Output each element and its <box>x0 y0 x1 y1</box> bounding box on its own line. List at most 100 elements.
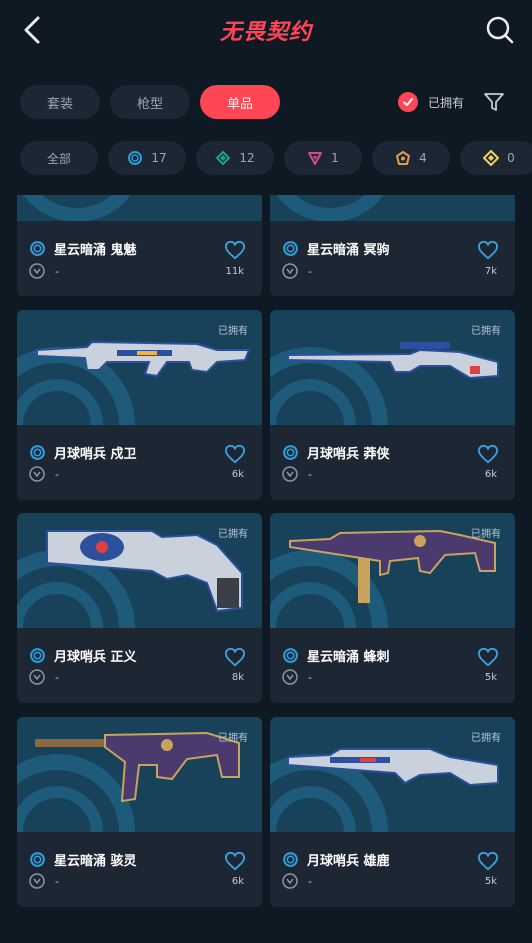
heart-icon[interactable] <box>224 444 246 464</box>
select-tier-icon <box>283 240 298 256</box>
tier-chip-exclusive[interactable]: 4 <box>372 141 450 175</box>
skin-card[interactable]: 已拥有 星云暗涌 蜂刺 - 5k <box>270 513 515 703</box>
skin-name: 星云暗涌 冥驹 <box>307 242 390 258</box>
skin-name-row: 星云暗涌 鬼魅 <box>29 238 137 258</box>
variant-value: - <box>308 670 312 684</box>
skin-name-row: 月球哨兵 莽侠 <box>282 442 390 462</box>
variant-value: - <box>55 874 59 888</box>
funnel-icon <box>484 93 504 111</box>
heart-icon[interactable] <box>477 444 499 464</box>
like-count: 7k <box>484 266 497 277</box>
like-count: 6k <box>231 876 244 887</box>
tab-bundle[interactable]: 套装 <box>20 85 100 119</box>
owned-tag: 已拥有 <box>471 326 501 337</box>
select-tier-icon <box>30 240 45 256</box>
variant-row: - <box>29 873 59 889</box>
skin-image <box>270 195 515 221</box>
heart-icon[interactable] <box>224 240 246 260</box>
heart-icon[interactable] <box>477 647 499 667</box>
owned-tag: 已拥有 <box>471 529 501 540</box>
exclusive-tier-icon <box>396 151 411 165</box>
tier-chip-deluxe[interactable]: 12 <box>196 141 274 175</box>
skin-card[interactable]: 已拥有 月球哨兵 戍卫 - 6k <box>17 310 262 500</box>
tier-chip-select[interactable]: 17 <box>108 141 186 175</box>
select-tier-icon <box>30 851 45 867</box>
like-count: 8k <box>231 672 244 683</box>
select-tier-icon <box>30 444 45 460</box>
heart-icon[interactable] <box>477 240 499 260</box>
owned-tag: 已拥有 <box>471 733 501 744</box>
variant-row: - <box>282 263 312 279</box>
variant-row: - <box>29 263 59 279</box>
variant-row: - <box>282 466 312 482</box>
category-tabs: 套装 枪型 单品 <box>20 85 280 119</box>
search-button[interactable] <box>484 14 516 46</box>
skin-name: 月球哨兵 正义 <box>54 649 137 665</box>
like-count: 5k <box>484 876 497 887</box>
variant-value: - <box>55 264 59 278</box>
variant-row: - <box>282 873 312 889</box>
skin-card[interactable]: 已拥有 月球哨兵 雄鹿 - 5k <box>270 717 515 907</box>
tier-chip-count: 4 <box>419 151 427 165</box>
skin-card[interactable]: 已拥有 月球哨兵 莽侠 - 6k <box>270 310 515 500</box>
variant-icon <box>29 263 45 279</box>
skin-name: 月球哨兵 雄鹿 <box>307 853 390 869</box>
skin-name: 星云暗涌 鬼魅 <box>54 242 137 258</box>
skin-card[interactable]: 已拥有 星云暗涌 骇灵 - 6k <box>17 717 262 907</box>
skin-name: 星云暗涌 蜂刺 <box>307 649 390 665</box>
variant-icon <box>29 669 45 685</box>
skin-image: 已拥有 <box>270 513 515 628</box>
variant-row: - <box>29 669 59 685</box>
tier-chip-ultra[interactable]: 0 <box>460 141 532 175</box>
skin-image: 已拥有 <box>270 310 515 425</box>
select-tier-icon <box>128 151 143 165</box>
tier-chip-count: 0 <box>507 151 515 165</box>
owned-tag: 已拥有 <box>218 733 248 744</box>
filter-button[interactable] <box>482 90 506 114</box>
app-logo: 无畏契约 <box>219 20 312 45</box>
variant-row: - <box>282 669 312 685</box>
heart-icon[interactable] <box>477 851 499 871</box>
ultra-tier-icon <box>483 150 500 166</box>
variant-value: - <box>308 264 312 278</box>
variant-value: - <box>308 467 312 481</box>
heart-icon[interactable] <box>224 851 246 871</box>
tab-single-item[interactable]: 单品 <box>200 85 280 119</box>
owned-filter-toggle[interactable]: 已拥有 <box>398 92 464 112</box>
variant-value: - <box>55 467 59 481</box>
variant-row: - <box>29 466 59 482</box>
heart-icon[interactable] <box>224 647 246 667</box>
select-tier-icon <box>283 647 298 663</box>
select-tier-icon <box>283 851 298 867</box>
variant-icon <box>282 669 298 685</box>
tier-chip-all[interactable]: 全部 <box>20 141 98 175</box>
skin-card[interactable]: 星云暗涌 冥驹 - 7k <box>270 195 515 296</box>
skin-name-row: 月球哨兵 正义 <box>29 645 137 665</box>
checkmark-icon <box>398 92 418 112</box>
like-count: 11k <box>225 266 244 277</box>
premium-tier-icon <box>308 152 323 165</box>
tier-chip-label: 全部 <box>46 151 71 166</box>
skin-name: 月球哨兵 莽侠 <box>307 446 390 462</box>
variant-icon <box>29 873 45 889</box>
variant-icon <box>29 466 45 482</box>
search-icon <box>486 16 514 44</box>
skin-image: 已拥有 <box>270 717 515 832</box>
skin-name-row: 星云暗涌 蜂刺 <box>282 645 390 665</box>
skin-image <box>17 195 262 221</box>
like-count: 6k <box>484 469 497 480</box>
skin-image: 已拥有 <box>17 513 262 628</box>
skin-image: 已拥有 <box>17 717 262 832</box>
skin-grid[interactable]: 星云暗涌 鬼魅 - 11k 星云暗涌 冥驹 - 7k 已拥有 月球哨兵 戍卫 -… <box>17 195 515 943</box>
tier-chip-premium[interactable]: 1 <box>284 141 362 175</box>
tier-chip-count: 17 <box>151 151 167 165</box>
variant-icon <box>282 263 298 279</box>
owned-tag: 已拥有 <box>218 326 248 337</box>
skin-card[interactable]: 已拥有 月球哨兵 正义 - 8k <box>17 513 262 703</box>
tab-weapon-type[interactable]: 枪型 <box>110 85 190 119</box>
skin-card[interactable]: 星云暗涌 鬼魅 - 11k <box>17 195 262 296</box>
select-tier-icon <box>30 647 45 663</box>
variant-icon <box>282 466 298 482</box>
tier-chip-count: 12 <box>239 151 255 165</box>
select-tier-icon <box>283 444 298 460</box>
